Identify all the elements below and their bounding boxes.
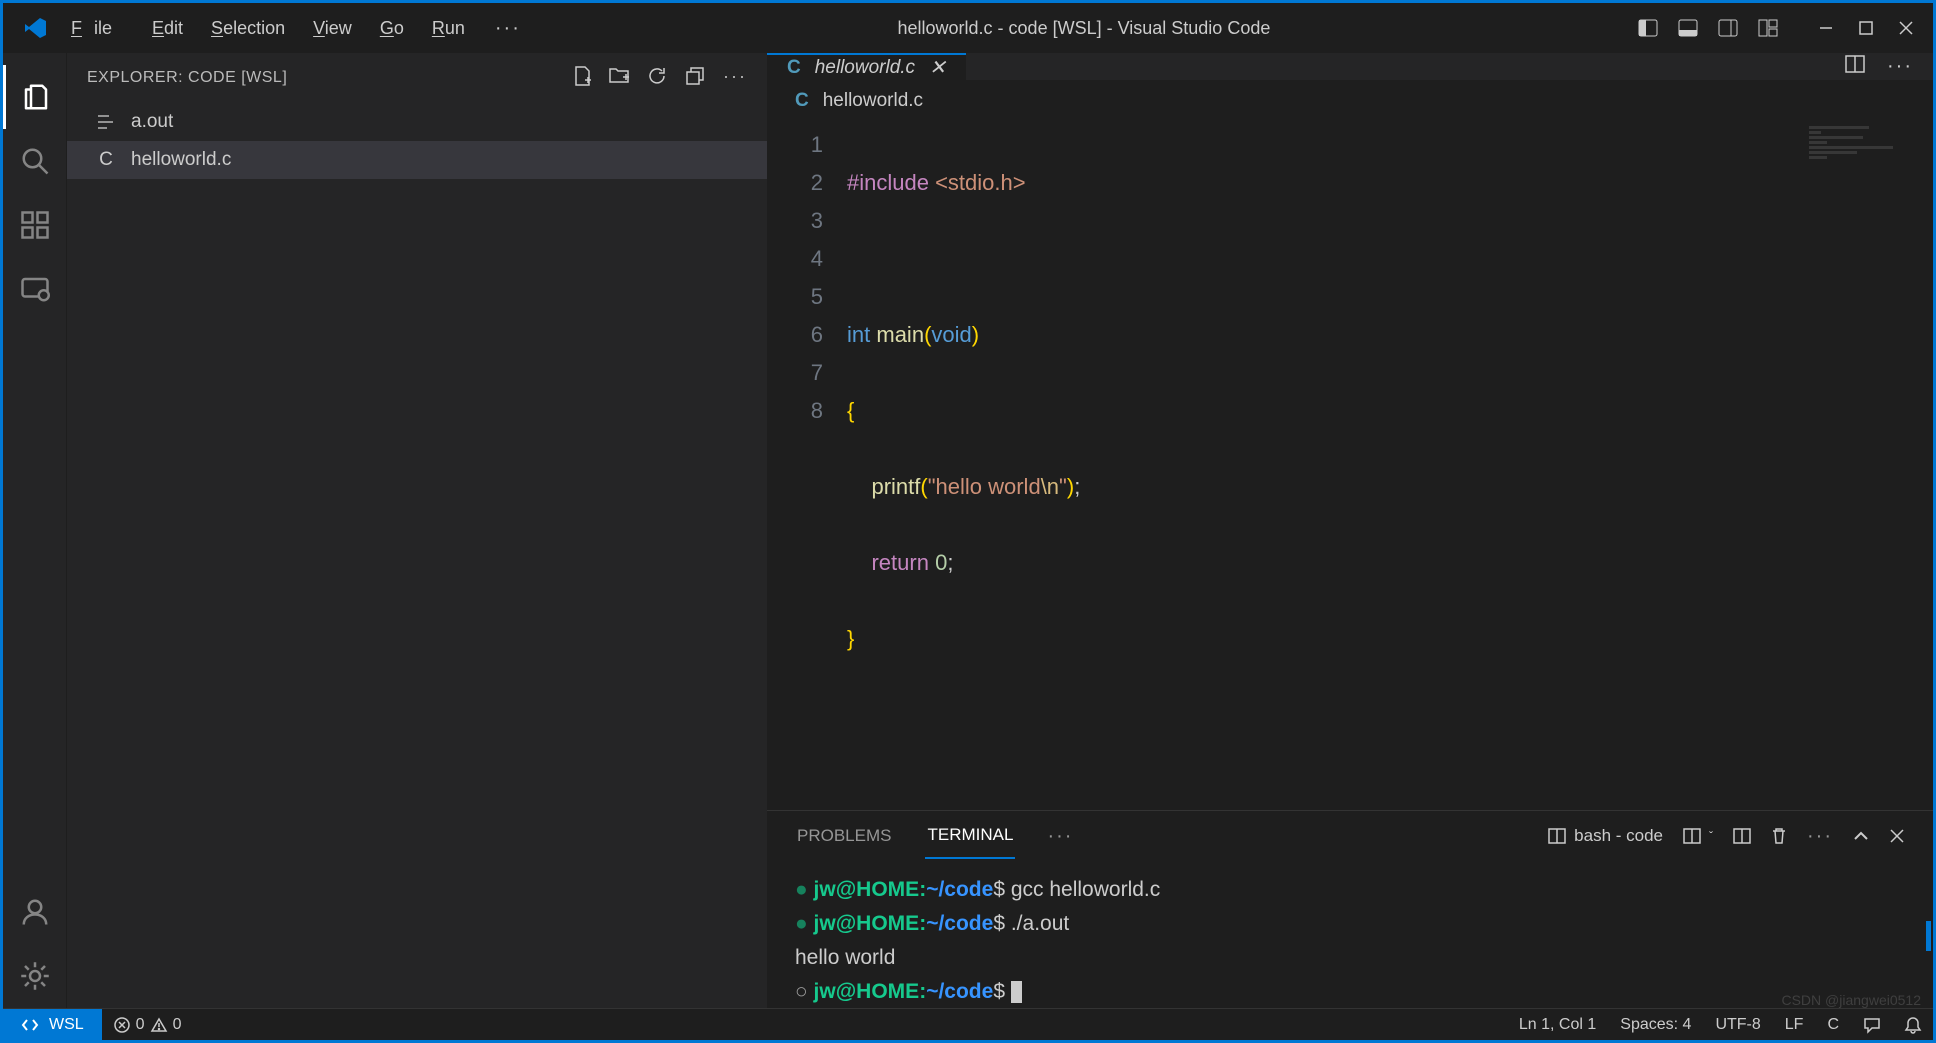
bottom-panel: PROBLEMS TERMINAL ··· bash - code ˇ ··· (767, 810, 1933, 1021)
new-terminal-icon[interactable] (1733, 828, 1751, 844)
new-folder-icon[interactable] (609, 66, 629, 91)
menu-bar: File Edit Selection View Go Run (59, 12, 477, 45)
explorer-title: EXPLORER: CODE [WSL] (87, 69, 573, 87)
binary-file-icon (95, 114, 117, 130)
status-remote[interactable]: WSL (3, 1009, 102, 1040)
layout-toggle-secondary-icon[interactable] (1717, 17, 1739, 39)
file-label: a.out (131, 111, 173, 133)
watermark: CSDN @jiangwei0512 (1781, 983, 1921, 1017)
menu-run[interactable]: Run (420, 12, 477, 45)
panel-close-icon[interactable] (1889, 828, 1905, 844)
line-numbers: 12345678 (767, 126, 847, 810)
window-title: helloworld.c - code [WSL] - Visual Studi… (531, 18, 1637, 39)
menu-go[interactable]: Go (368, 12, 416, 45)
panel-tab-problems[interactable]: PROBLEMS (795, 814, 893, 858)
menu-overflow-icon[interactable]: ··· (485, 11, 531, 46)
menu-view[interactable]: View (301, 12, 364, 45)
window-maximize-icon[interactable] (1855, 17, 1877, 39)
terminal-body[interactable]: ● jw@HOME:~/code$ gcc helloworld.c ● jw@… (767, 861, 1933, 1021)
activity-settings[interactable] (3, 944, 66, 1008)
customize-layout-icon[interactable] (1757, 17, 1779, 39)
collapse-folders-icon[interactable] (685, 66, 705, 91)
minimap[interactable] (1809, 126, 1929, 186)
file-a-out[interactable]: a.out (67, 103, 767, 141)
refresh-icon[interactable] (647, 66, 667, 91)
menu-edit[interactable]: Edit (140, 12, 195, 45)
panel-overflow-icon[interactable]: ··· (1047, 825, 1073, 848)
explorer-sidebar: EXPLORER: CODE [WSL] ··· a.out C hellowo… (67, 53, 767, 1008)
panel-tab-terminal[interactable]: TERMINAL (925, 813, 1015, 859)
activity-search[interactable] (3, 129, 66, 193)
close-tab-icon[interactable]: ✕ (929, 55, 946, 80)
shell-label: bash - code (1574, 826, 1663, 846)
tab-label: helloworld.c (815, 57, 915, 79)
terminal-scrollbar[interactable] (1926, 921, 1931, 951)
title-bar: File Edit Selection View Go Run ··· hell… (3, 3, 1933, 53)
breadcrumb-file: helloworld.c (823, 90, 923, 112)
code-content: #include <stdio.h> int main(void) { prin… (847, 126, 1933, 810)
c-file-icon: C (787, 57, 801, 79)
menu-file[interactable]: File (59, 12, 136, 45)
panel-more-icon[interactable]: ··· (1807, 825, 1833, 848)
tab-helloworld-c[interactable]: C helloworld.c ✕ (767, 53, 966, 80)
window-close-icon[interactable] (1895, 17, 1917, 39)
new-file-icon[interactable] (573, 66, 591, 91)
editor-more-icon[interactable]: ··· (1887, 55, 1913, 78)
activity-remote[interactable] (3, 257, 66, 321)
split-editor-icon[interactable] (1845, 55, 1865, 78)
layout-toggle-primary-icon[interactable] (1637, 17, 1659, 39)
terminal-shell-select[interactable]: bash - code (1548, 826, 1663, 846)
status-problems[interactable]: 0 0 (102, 1016, 194, 1034)
layout-toggle-bottom-icon[interactable] (1677, 17, 1699, 39)
panel-maximize-icon[interactable] (1853, 830, 1869, 842)
c-file-icon: C (795, 90, 809, 112)
menu-selection[interactable]: Selection (199, 12, 297, 45)
activity-account[interactable] (3, 880, 66, 944)
explorer-more-icon[interactable]: ··· (723, 66, 747, 91)
vscode-logo-icon (23, 16, 47, 40)
breadcrumb[interactable]: C helloworld.c (767, 80, 1933, 122)
activity-extensions[interactable] (3, 193, 66, 257)
terminal-cursor (1011, 981, 1022, 1003)
file-helloworld-c[interactable]: C helloworld.c (67, 141, 767, 179)
window-minimize-icon[interactable] (1815, 17, 1837, 39)
activity-bar (3, 53, 67, 1008)
trash-icon[interactable] (1771, 827, 1787, 845)
editor-area: C helloworld.c ✕ ··· C helloworld.c 1234… (767, 53, 1933, 1008)
file-label: helloworld.c (131, 149, 231, 171)
split-terminal-icon[interactable]: ˇ (1683, 828, 1713, 844)
activity-explorer[interactable] (3, 65, 66, 129)
editor-tabs: C helloworld.c ✕ ··· (767, 53, 1933, 80)
c-file-icon: C (95, 149, 117, 171)
code-editor[interactable]: 12345678 #include <stdio.h> int main(voi… (767, 122, 1933, 810)
